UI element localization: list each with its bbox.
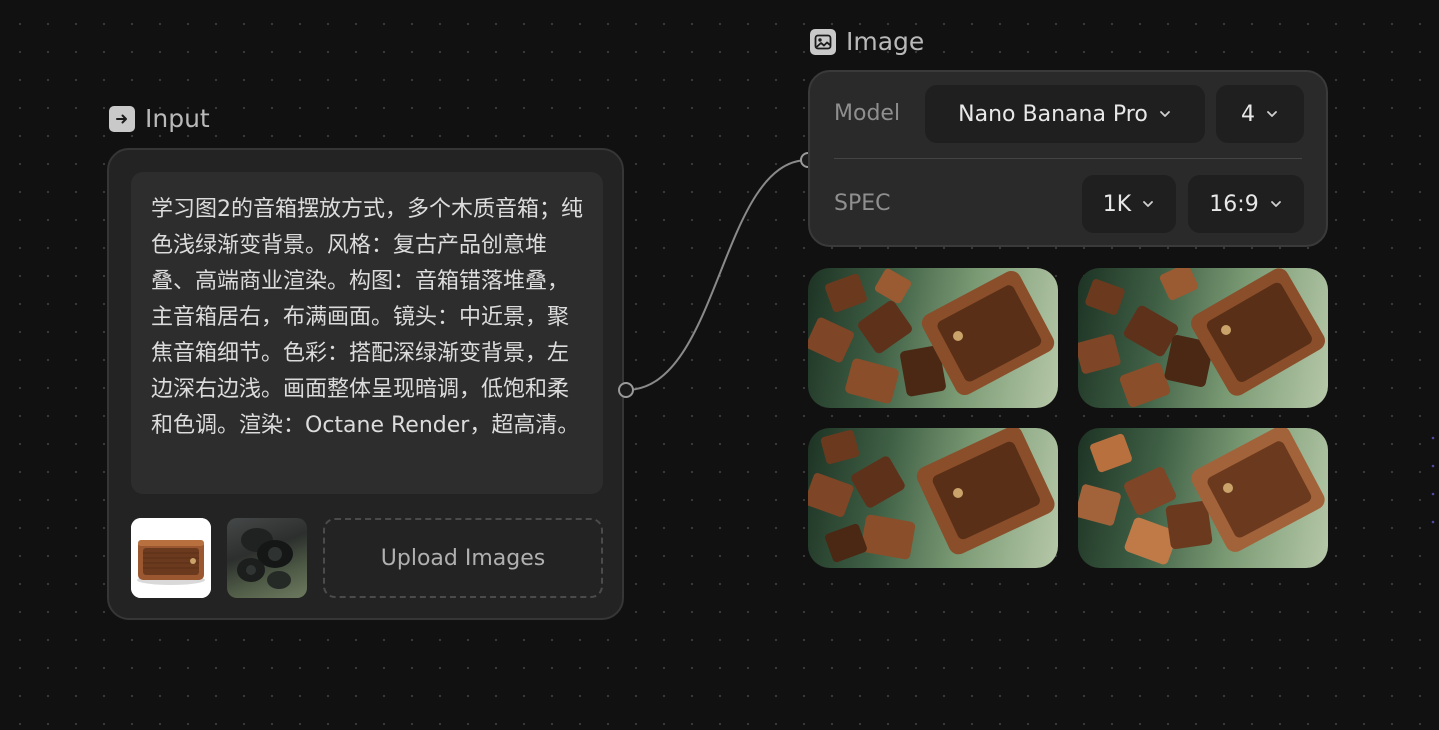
stacked-speakers-render <box>1078 428 1325 565</box>
resolution-select-value: 1K <box>1102 191 1132 217</box>
input-node-header: Input <box>109 104 210 133</box>
settings-divider <box>834 158 1302 159</box>
stacked-speakers-render <box>808 268 1055 404</box>
input-node-title: Input <box>145 104 210 133</box>
count-select[interactable]: 4 <box>1216 85 1304 143</box>
stacked-speakers-render <box>808 428 1055 563</box>
resolution-select[interactable]: 1K <box>1082 175 1176 233</box>
image-icon <box>810 28 836 55</box>
image-node-title: Image <box>846 27 925 56</box>
reference-image-2[interactable] <box>227 518 307 598</box>
chevron-down-icon <box>1159 111 1170 117</box>
chevron-down-icon <box>1270 201 1281 207</box>
generated-image-1[interactable] <box>808 268 1058 408</box>
input-node[interactable]: 学习图2的音箱摆放方式，多个木质音箱；纯色浅绿渐变背景。风格：复古产品创意堆叠、… <box>107 148 624 620</box>
aspect-ratio-select-value: 16:9 <box>1209 191 1259 217</box>
arrow-right-box-icon <box>109 105 135 132</box>
reference-image-1[interactable] <box>131 518 211 598</box>
chevron-down-icon <box>1143 201 1154 207</box>
image-node-header: Image <box>810 27 924 56</box>
wooden-speaker-thumbnail <box>131 518 211 598</box>
spec-label: SPEC <box>834 191 891 216</box>
input-node-output-port[interactable] <box>618 382 634 398</box>
model-select-value: Nano Banana Pro <box>958 101 1148 127</box>
model-select[interactable]: Nano Banana Pro <box>925 85 1205 143</box>
stacked-speakers-render <box>1078 268 1325 408</box>
upload-images-button[interactable]: Upload Images <box>323 518 603 598</box>
aspect-ratio-select[interactable]: 16:9 <box>1188 175 1304 233</box>
generated-image-2[interactable] <box>1078 268 1328 408</box>
image-node-settings: Model Nano Banana Pro 4 SPEC 1K 16:9 <box>808 70 1328 247</box>
chevron-down-icon <box>1267 111 1277 117</box>
generated-image-3[interactable] <box>808 428 1058 568</box>
prompt-textarea[interactable]: 学习图2的音箱摆放方式，多个木质音箱；纯色浅绿渐变背景。风格：复古产品创意堆叠、… <box>131 172 603 494</box>
canvas-edge-dots <box>1431 436 1435 524</box>
dark-speakers-thumbnail <box>237 528 293 589</box>
generated-image-4[interactable] <box>1078 428 1328 568</box>
count-select-value: 4 <box>1241 101 1255 127</box>
model-label: Model <box>834 101 901 126</box>
workflow-canvas[interactable]: Input 学习图2的音箱摆放方式，多个木质音箱；纯色浅绿渐变背景。风格：复古产… <box>0 0 1439 730</box>
